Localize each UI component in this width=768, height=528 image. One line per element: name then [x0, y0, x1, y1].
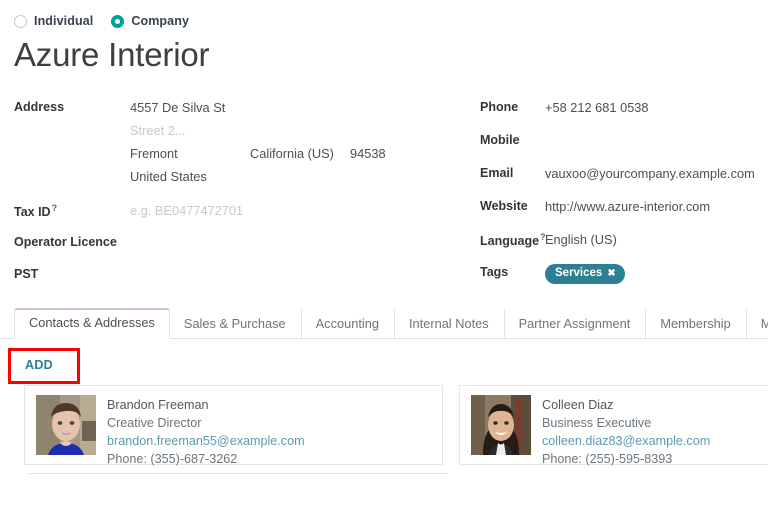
contact-title: Creative Director: [107, 414, 305, 432]
field-row-country: United States: [14, 167, 455, 190]
radio-unchecked-icon[interactable]: [14, 15, 27, 28]
field-row-city-state-zip: Fremont California (US) 94538: [14, 144, 455, 167]
field-row-pst: PST: [14, 265, 455, 290]
contact-cards-list: Brandon Freeman Creative Director brando…: [0, 385, 768, 465]
input-language[interactable]: English (US): [545, 230, 617, 247]
contact-card[interactable]: Colleen Diaz Business Executive colleen.…: [459, 385, 768, 465]
field-row-website: Website http://www.azure-interior.com: [480, 197, 768, 222]
tab-accounting[interactable]: Accounting: [301, 309, 394, 339]
label-email: Email: [480, 164, 545, 180]
label-website: Website: [480, 197, 545, 213]
label-address: Address: [14, 98, 130, 114]
contact-info: Brandon Freeman Creative Director brando…: [107, 395, 305, 464]
contact-email[interactable]: brandon.freeman55@example.com: [107, 432, 305, 450]
field-row-operator-licence: Operator Licence: [14, 233, 455, 258]
tag-badge-services[interactable]: Services ✖: [545, 264, 625, 284]
form-column-right: Phone +58 212 681 0538 Mobile Email vaux…: [455, 98, 768, 291]
input-phone[interactable]: +58 212 681 0538: [545, 98, 649, 115]
add-button[interactable]: ADD: [25, 358, 53, 372]
input-street[interactable]: 4557 De Silva St: [130, 98, 225, 115]
field-row-address: Address 4557 De Silva St: [14, 98, 455, 121]
field-row-tax-id: Tax ID? e.g. BE0477472701: [14, 201, 455, 226]
tab-mx-edi[interactable]: MX EDI: [746, 309, 768, 339]
avatar-colleen: [471, 395, 531, 455]
label-spacer-country: [14, 167, 130, 169]
input-city[interactable]: Fremont: [130, 144, 250, 161]
address-city-line: Fremont California (US) 94538: [130, 144, 386, 161]
label-phone: Phone: [480, 98, 545, 114]
tab-internal-notes[interactable]: Internal Notes: [394, 309, 504, 339]
page-title[interactable]: Azure Interior: [0, 30, 768, 76]
contact-phone: Phone: (255)-595-8393: [542, 450, 710, 468]
label-tax-id-text: Tax ID: [14, 205, 51, 219]
label-language-text: Language: [480, 234, 539, 248]
field-row-phone: Phone +58 212 681 0538: [480, 98, 768, 123]
label-spacer-street2: [14, 121, 130, 123]
tab-sales-purchase[interactable]: Sales & Purchase: [170, 309, 301, 339]
input-email[interactable]: vauxoo@yourcompany.example.com: [545, 164, 755, 181]
divider: [28, 473, 448, 474]
input-country[interactable]: United States: [130, 167, 207, 184]
radio-label-individual: Individual: [34, 14, 93, 28]
notebook-tabbar: Contacts & Addresses Sales & Purchase Ac…: [0, 309, 768, 339]
label-mobile: Mobile: [480, 131, 545, 147]
avatar-brandon: [36, 395, 96, 455]
label-operator-licence: Operator Licence: [14, 233, 130, 249]
tab-membership[interactable]: Membership: [645, 309, 745, 339]
contact-email[interactable]: colleen.diaz83@example.com: [542, 432, 710, 450]
contact-card[interactable]: Brandon Freeman Creative Director brando…: [24, 385, 443, 465]
field-row-street2: Street 2...: [14, 121, 455, 144]
input-street2[interactable]: Street 2...: [130, 121, 185, 138]
help-question-icon[interactable]: ?: [52, 203, 58, 213]
field-row-language: Language? English (US): [480, 230, 768, 255]
field-row-email: Email vauxoo@yourcompany.example.com: [480, 164, 768, 189]
input-tax-id[interactable]: e.g. BE0477472701: [130, 201, 243, 218]
close-icon[interactable]: ✖: [607, 267, 615, 280]
input-zip[interactable]: 94538: [350, 144, 386, 161]
label-tags: Tags: [480, 263, 545, 279]
label-language: Language?: [480, 230, 545, 248]
contact-phone: Phone: (355)-687-3262: [107, 450, 305, 468]
tab-contacts-addresses[interactable]: Contacts & Addresses: [14, 308, 170, 339]
add-button-zone: ADD: [0, 339, 768, 385]
label-spacer-city: [14, 144, 130, 146]
tab-partner-assignment[interactable]: Partner Assignment: [504, 309, 646, 339]
label-tax-id: Tax ID?: [14, 201, 130, 219]
contact-title: Business Executive: [542, 414, 710, 432]
contact-name: Brandon Freeman: [107, 396, 305, 414]
label-pst: PST: [14, 265, 130, 281]
field-row-mobile: Mobile: [480, 131, 768, 156]
input-website[interactable]: http://www.azure-interior.com: [545, 197, 710, 214]
radio-option-individual[interactable]: Individual: [14, 14, 93, 28]
radio-option-company[interactable]: Company: [111, 14, 189, 28]
field-row-tags: Tags Services ✖: [480, 263, 768, 288]
record-type-radio-group: Individual Company: [0, 0, 768, 30]
radio-checked-icon[interactable]: [111, 15, 124, 28]
partner-form: Address 4557 De Silva St Street 2... Fre…: [0, 76, 768, 291]
tag-label: Services: [555, 267, 602, 280]
contact-info: Colleen Diaz Business Executive colleen.…: [542, 395, 710, 464]
tags-container[interactable]: Services ✖: [545, 263, 625, 284]
input-state[interactable]: California (US): [250, 144, 350, 161]
radio-label-company: Company: [131, 14, 189, 28]
form-column-left: Address 4557 De Silva St Street 2... Fre…: [0, 98, 455, 291]
contact-name: Colleen Diaz: [542, 396, 710, 414]
